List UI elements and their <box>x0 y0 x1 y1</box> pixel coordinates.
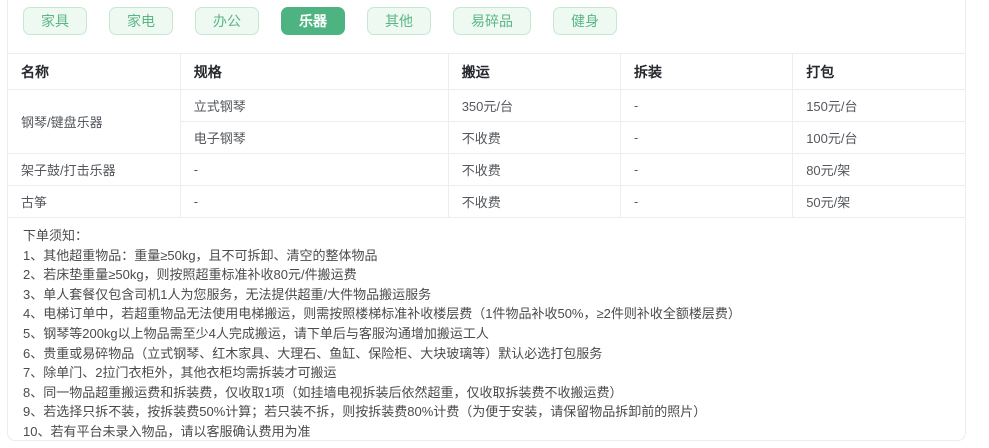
notes-title: 下单须知： <box>23 228 89 243</box>
table-row: 钢琴/键盘乐器 立式钢琴 350元/台 - 150元/台 <box>8 89 965 154</box>
note-item: 1、其他超重物品：重量≥50kg，且不可拆卸、清空的整体物品 <box>23 247 378 263</box>
header-spec: 规格 <box>179 53 449 90</box>
note-item: 3、单人套餐仅包含司机1人为您服务，无法提供超重/大件物品搬运服务 <box>23 286 432 302</box>
category-tab-bar: 家具 家电 办公 乐器 其他 易碎品 健身 <box>23 7 965 35</box>
cell-pack: 50元/架 <box>792 185 965 218</box>
note-item: 10、若有平台未录入物品，请以客服确认费用为准 <box>23 423 311 439</box>
note-item: 8、同一物品超重搬运费和拆装费，仅收取1项（如挂墙电视拆装后依然超重，仅收取拆装… <box>23 384 623 400</box>
note-item: 7、除单门、2拉门衣柜外，其他衣柜均需拆装才可搬运 <box>23 365 337 381</box>
cell-disassemble: - <box>619 121 794 154</box>
pricing-table: 名称 规格 搬运 拆装 打包 钢琴/键盘乐器 立式钢琴 350元/台 - 150… <box>8 53 965 218</box>
tab-appliance[interactable]: 家电 <box>109 7 173 35</box>
tab-office[interactable]: 办公 <box>195 7 259 35</box>
tab-fitness[interactable]: 健身 <box>553 7 617 35</box>
tab-fragile[interactable]: 易碎品 <box>453 7 531 35</box>
header-disassemble: 拆装 <box>619 53 794 90</box>
tab-instrument[interactable]: 乐器 <box>281 7 345 35</box>
cell-carry: 350元/台 <box>447 89 621 122</box>
note-item: 5、钢琴等200kg以上物品需至少4人完成搬运，请下单后与客服沟通增加搬运工人 <box>23 325 489 341</box>
table-row: 架子鼓/打击乐器 - 不收费 - 80元/架 <box>8 153 965 186</box>
header-pack: 打包 <box>792 53 965 90</box>
cell-pack: 100元/台 <box>792 121 965 154</box>
cell-disassemble: - <box>619 185 794 218</box>
cell-name: 架子鼓/打击乐器 <box>8 153 181 186</box>
cell-spec: - <box>179 153 449 186</box>
note-item: 6、贵重或易碎物品（立式钢琴、红木家具、大理石、鱼缸、保险柜、大块玻璃等）默认必… <box>23 345 603 361</box>
pricing-card: 家具 家电 办公 乐器 其他 易碎品 健身 名称 规格 搬运 拆装 打包 钢琴/… <box>7 0 966 441</box>
header-carry: 搬运 <box>447 53 621 90</box>
cell-name: 钢琴/键盘乐器 <box>8 89 181 154</box>
note-item: 4、电梯订单中，若超重物品无法使用电梯搬运，则需按照楼梯标准补收楼层费（1件物品… <box>23 306 741 322</box>
cell-carry: 不收费 <box>447 153 621 186</box>
cell-name: 古筝 <box>8 185 181 218</box>
cell-carry: 不收费 <box>447 121 621 154</box>
cell-spec: - <box>179 185 449 218</box>
tab-other[interactable]: 其他 <box>367 7 431 35</box>
note-item: 2、若床垫重量≥50kg，则按照超重标准补收80元/件搬运费 <box>23 267 357 283</box>
cell-pack: 150元/台 <box>792 89 965 122</box>
header-name: 名称 <box>8 53 181 90</box>
cell-spec: 电子钢琴 <box>180 121 449 154</box>
note-item: 9、若选择只拆不装，按拆装费50%计算；若只装不拆，则按拆装费80%计费（为便于… <box>23 404 707 420</box>
cell-pack: 80元/架 <box>792 153 965 186</box>
cell-carry: 不收费 <box>447 185 621 218</box>
table-row: 古筝 - 不收费 - 50元/架 <box>8 185 965 218</box>
cell-spec: 立式钢琴 <box>179 89 449 122</box>
tab-furniture[interactable]: 家具 <box>23 7 87 35</box>
order-notes: 下单须知： 1、其他超重物品：重量≥50kg，且不可拆卸、清空的整体物品 2、若… <box>8 218 965 442</box>
cell-disassemble: - <box>619 153 794 186</box>
cell-disassemble: - <box>619 89 794 122</box>
table-header-row: 名称 规格 搬运 拆装 打包 <box>8 53 965 90</box>
